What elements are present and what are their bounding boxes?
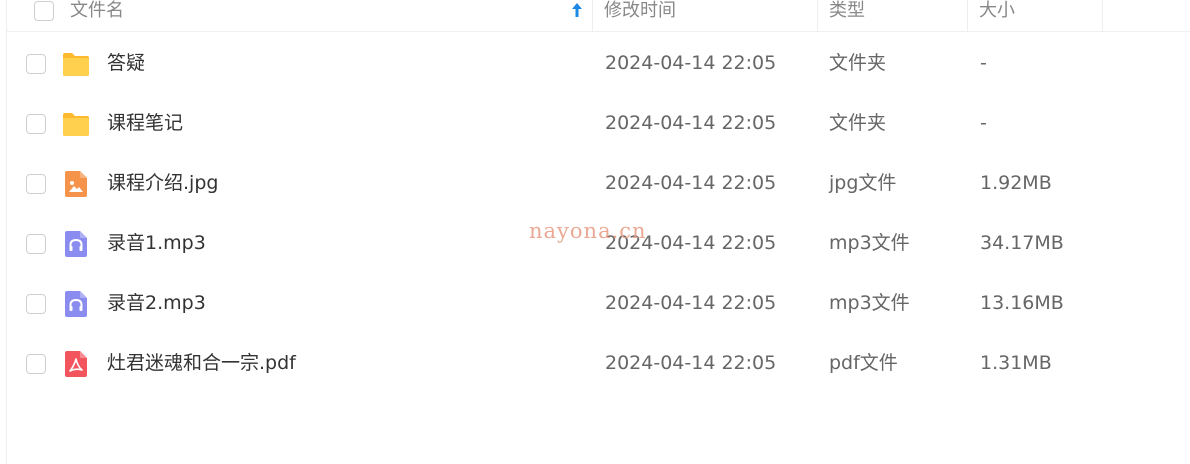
row-checkbox[interactable]	[26, 234, 46, 254]
file-row[interactable]: 录音2.mp3 2024-04-14 22:05 mp3文件 13.16MB	[7, 273, 1190, 333]
file-type: mp3文件	[829, 292, 910, 314]
row-checkbox[interactable]	[26, 114, 46, 134]
file-list-header: 文件名 修改时间 类型 大小	[7, 0, 1190, 32]
image-file-icon	[65, 171, 87, 197]
file-size: 1.92MB	[980, 172, 1052, 194]
column-header-size[interactable]: 大小	[979, 0, 1015, 32]
file-name[interactable]: 课程笔记	[107, 93, 183, 153]
file-name[interactable]: 课程介绍.jpg	[107, 153, 218, 213]
file-mtime: 2024-04-14 22:05	[605, 52, 777, 74]
file-size: -	[980, 112, 987, 134]
file-mtime: 2024-04-14 22:05	[605, 292, 777, 314]
file-mtime: 2024-04-14 22:05	[605, 112, 777, 134]
watermark: nayona.cn	[529, 219, 647, 243]
file-name[interactable]: 录音1.mp3	[107, 213, 206, 273]
column-divider[interactable]	[592, 0, 593, 32]
audio-file-icon	[65, 291, 87, 317]
row-checkbox[interactable]	[26, 354, 46, 374]
file-row[interactable]: 灶君迷魂和合一宗.pdf 2024-04-14 22:05 pdf文件 1.31…	[7, 333, 1190, 393]
row-checkbox[interactable]	[26, 174, 46, 194]
column-divider[interactable]	[967, 0, 968, 32]
column-header-mtime[interactable]: 修改时间	[604, 0, 676, 32]
sort-ascending-arrow-icon[interactable]	[570, 2, 584, 18]
column-header-name[interactable]: 文件名	[70, 0, 124, 32]
folder-icon	[63, 113, 89, 136]
file-type: mp3文件	[829, 232, 910, 254]
audio-file-icon	[65, 231, 87, 257]
file-size: 13.16MB	[980, 292, 1064, 314]
column-header-type[interactable]: 类型	[829, 0, 865, 32]
file-mtime: 2024-04-14 22:05	[605, 172, 777, 194]
file-row[interactable]: 课程笔记 2024-04-14 22:05 文件夹 -	[7, 93, 1190, 153]
file-list-panel: 文件名 修改时间 类型 大小 答疑 2024-04-14 22:05 文件夹 -…	[6, 0, 1190, 464]
file-row[interactable]: 答疑 2024-04-14 22:05 文件夹 -	[7, 33, 1190, 93]
folder-icon	[63, 53, 89, 76]
file-type: 文件夹	[829, 52, 887, 74]
file-type: pdf文件	[829, 352, 898, 374]
row-checkbox[interactable]	[26, 54, 46, 74]
file-type: jpg文件	[829, 172, 897, 194]
file-size: -	[980, 52, 987, 74]
file-size: 1.31MB	[980, 352, 1052, 374]
column-divider[interactable]	[817, 0, 818, 32]
column-divider[interactable]	[1102, 0, 1103, 32]
row-checkbox[interactable]	[26, 294, 46, 314]
file-row[interactable]: 课程介绍.jpg 2024-04-14 22:05 jpg文件 1.92MB	[7, 153, 1190, 213]
file-size: 34.17MB	[980, 232, 1064, 254]
file-mtime: 2024-04-14 22:05	[605, 352, 777, 374]
select-all-checkbox[interactable]	[34, 1, 54, 21]
file-name[interactable]: 答疑	[107, 33, 145, 93]
pdf-file-icon	[65, 351, 87, 377]
file-type: 文件夹	[829, 112, 887, 134]
file-name[interactable]: 灶君迷魂和合一宗.pdf	[107, 333, 296, 393]
file-name[interactable]: 录音2.mp3	[107, 273, 206, 333]
